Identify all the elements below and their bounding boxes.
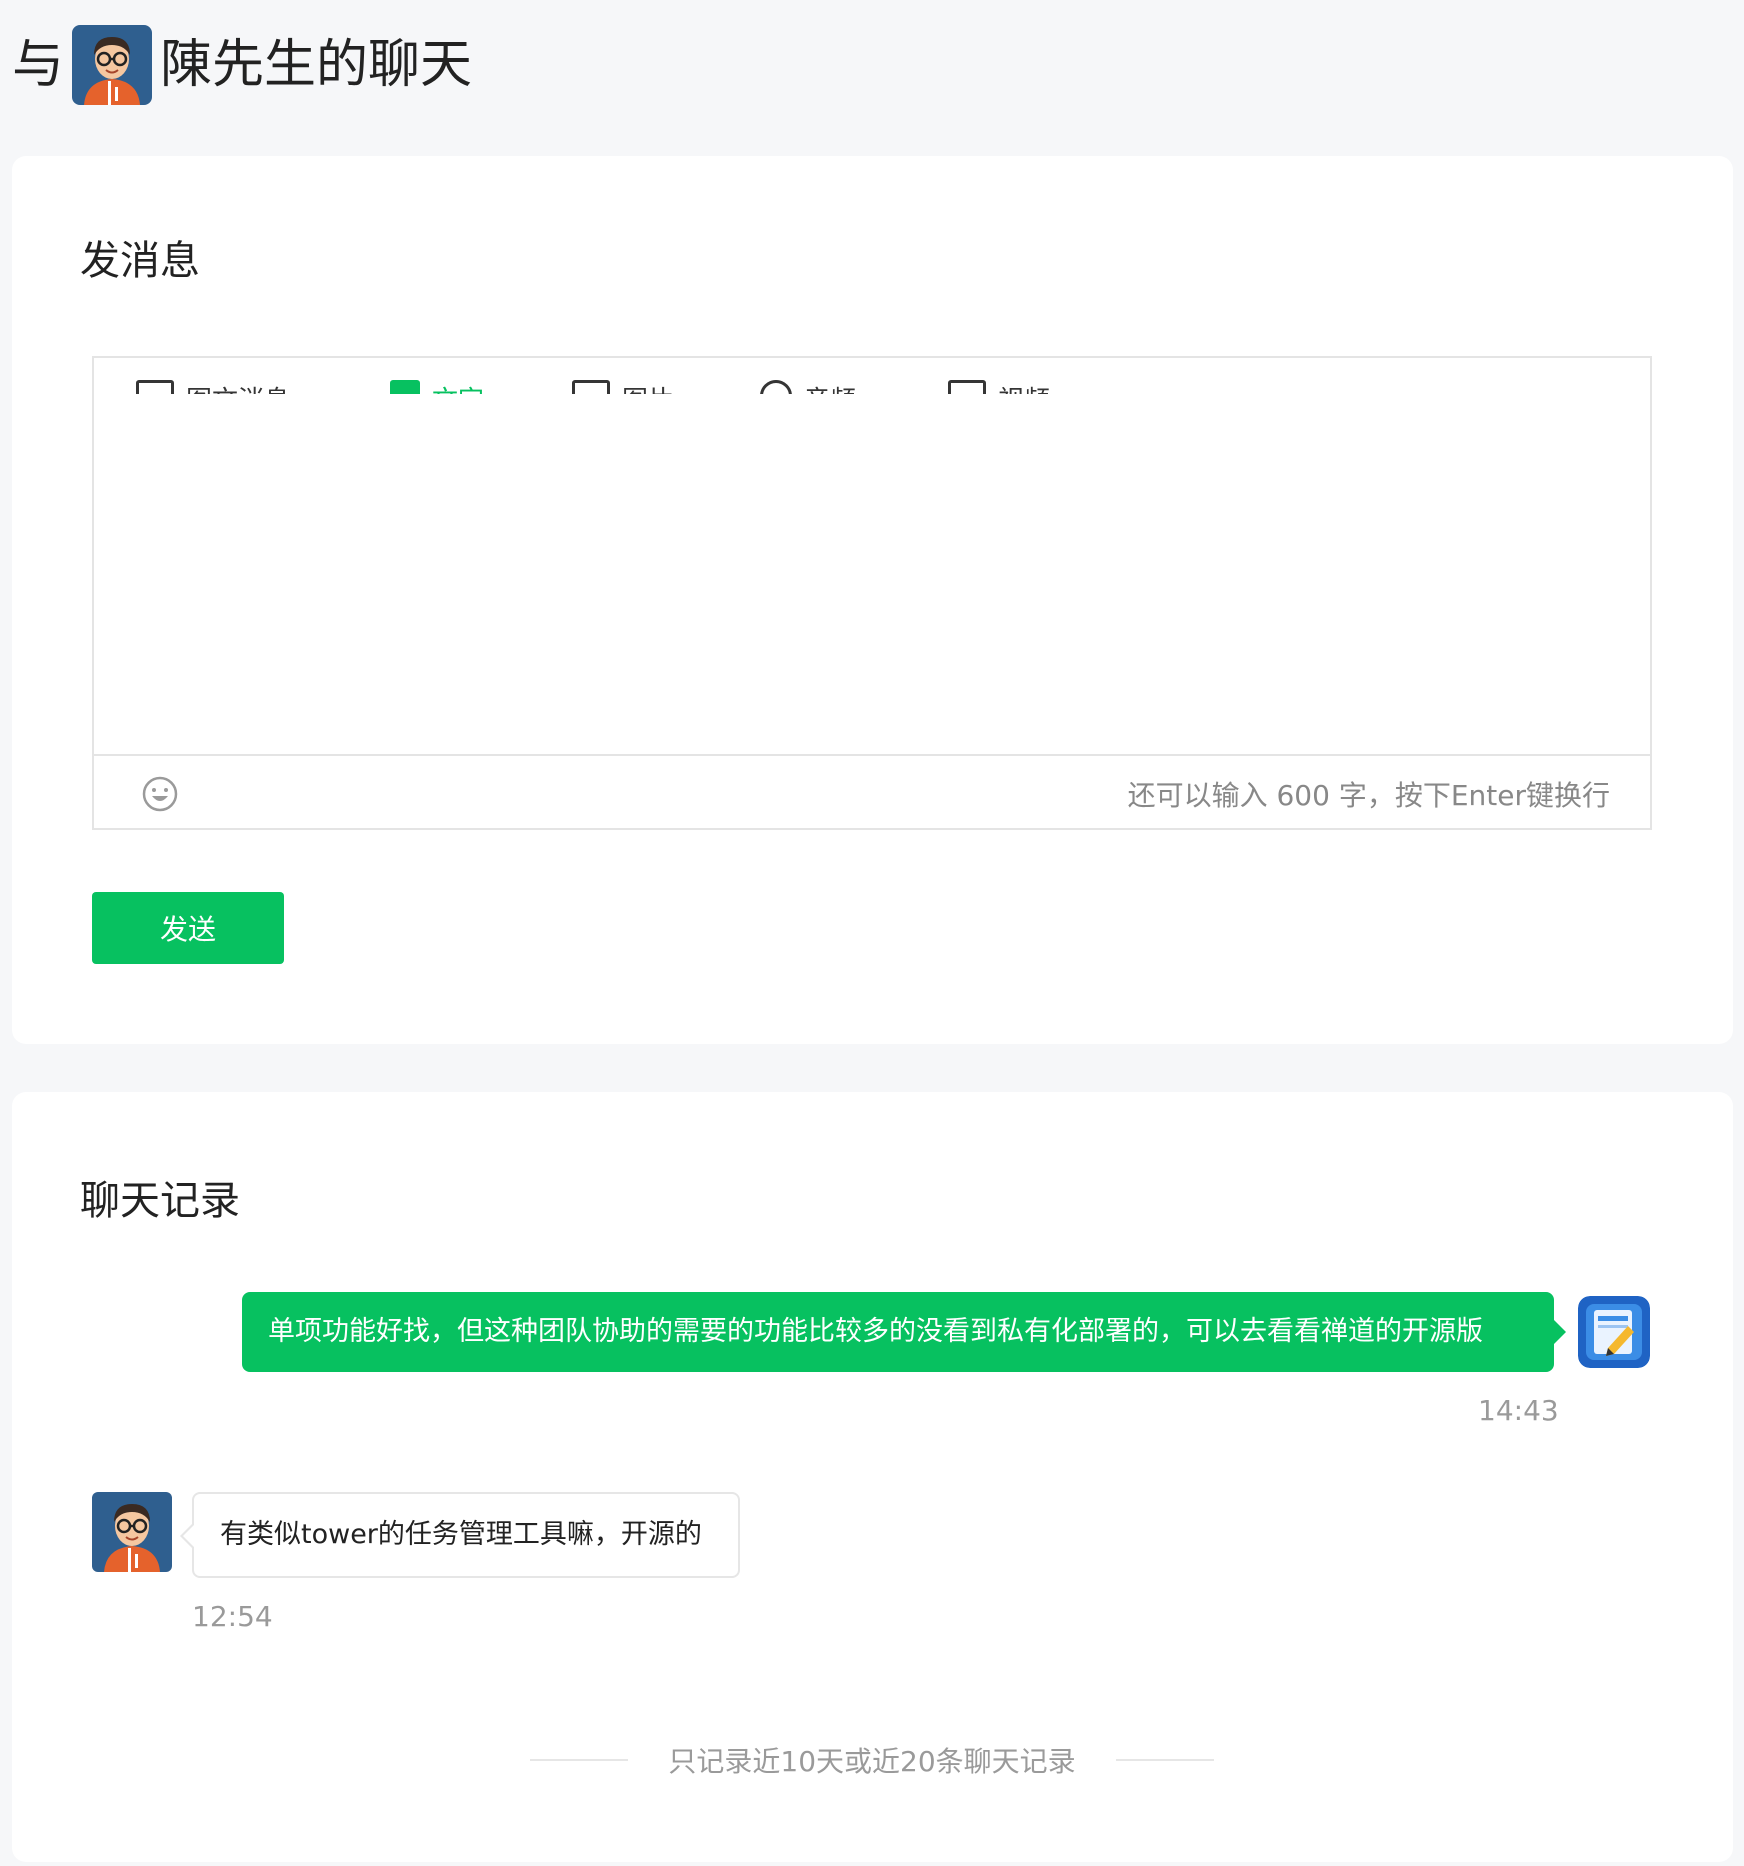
send-section-title: 发消息 <box>80 238 200 284</box>
message-editor: 图文消息 文字 图片 音频 视频 还可以输入 600 字，按下Enter键换行 <box>92 356 1652 830</box>
divider <box>1115 1759 1215 1761</box>
message-time: 14:43 <box>1478 1394 1559 1427</box>
history-note: 只记录近10天或近20条聊天记录 <box>530 1740 1215 1780</box>
send-button[interactable]: 发送 <box>92 892 284 964</box>
text-icon <box>390 380 420 394</box>
tab-video[interactable]: 视频 <box>948 380 1050 394</box>
contact-name: 陳先生的聊天 <box>160 35 473 95</box>
emoji-icon[interactable] <box>142 776 178 812</box>
image-icon <box>572 380 610 394</box>
tab-audio[interactable]: 音频 <box>760 380 856 394</box>
char-counter: 还可以输入 600 字，按下Enter键换行 <box>1127 779 1610 812</box>
history-note-text: 只记录近10天或近20条聊天记录 <box>668 1745 1076 1778</box>
tab-label: 图文消息 <box>186 380 290 394</box>
audio-icon <box>760 380 792 394</box>
tab-label: 文字 <box>432 380 484 394</box>
editor-footer: 还可以输入 600 字，按下Enter键换行 <box>94 754 1650 828</box>
message-time: 12:54 <box>192 1600 273 1633</box>
tab-label: 视频 <box>998 380 1050 394</box>
contact-avatar-small <box>92 1492 172 1572</box>
tab-text[interactable]: 文字 <box>390 380 484 394</box>
message-input[interactable] <box>94 394 1650 756</box>
article-icon <box>136 380 174 394</box>
history-section-title: 聊天记录 <box>80 1178 240 1224</box>
page-title: 与 陳先生的聊天 <box>12 20 472 110</box>
tab-label: 音频 <box>804 380 856 394</box>
tab-image[interactable]: 图片 <box>572 380 674 394</box>
contact-avatar <box>72 25 153 105</box>
message-bubble-incoming: 有类似tower的任务管理工具嘛，开源的 <box>180 1492 740 1578</box>
message-bubble-outgoing: 单项功能好找，但这种团队协助的需要的功能比较多的没看到私有化部署的，可以去看看禅… <box>242 1292 1566 1372</box>
video-icon <box>948 380 986 394</box>
own-avatar <box>1578 1296 1650 1368</box>
tab-label: 图片 <box>622 380 674 394</box>
tab-article[interactable]: 图文消息 <box>136 380 290 394</box>
title-prefix: 与 <box>12 35 65 95</box>
divider <box>530 1759 629 1761</box>
message-type-tabs: 图文消息 文字 图片 音频 视频 <box>94 358 1650 394</box>
